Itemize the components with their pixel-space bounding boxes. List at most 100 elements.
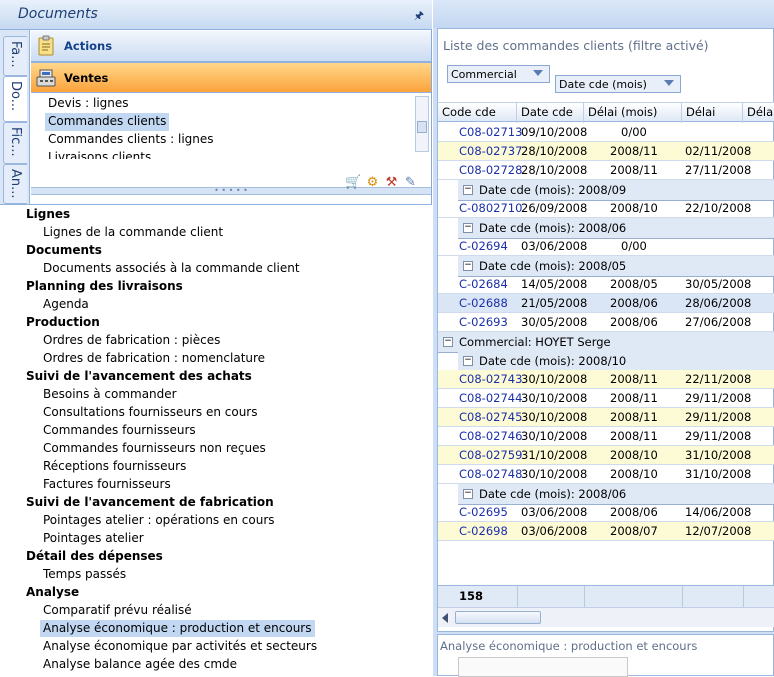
cell-delai: 30/05/2008 [685,277,752,291]
collapse-icon[interactable]: − [463,185,473,195]
group-by-commercial[interactable]: Commercial [447,65,550,83]
table-row[interactable]: C08-02748 30/10/2008 2008/10 31/10/2008 [438,465,774,484]
table-row[interactable]: C08-02746 30/10/2008 2008/11 29/11/2008 [438,427,774,446]
column-header-delai-mois[interactable]: Délai (mois) [584,103,682,123]
group-label: Date cde (mois): 2008/06 [479,487,627,501]
table-row[interactable]: C-02693 30/05/2008 2008/06 27/06/2008 [438,313,774,332]
tree-item[interactable]: Commandes fournisseurs [40,422,199,439]
orders-grid: C08-02713 09/10/2008 0/00 C08-02737 28/10/20… [438,123,774,585]
side-tab-do[interactable]: Do... [3,76,27,122]
tree-item[interactable]: Factures fournisseurs [40,476,174,493]
list-item[interactable]: Devis : lignes [45,95,132,113]
cell-delai: 28/06/2008 [685,296,752,310]
group-ventes[interactable]: Ventes [31,62,431,93]
tree-category[interactable]: Production [26,314,100,331]
tree-category[interactable]: Détail des dépenses [26,548,163,565]
toolbar: 🛒 ⚙ ⚒ ✎ [345,175,421,193]
tree-item[interactable]: Analyse balance agée des cmde [40,656,240,673]
table-row[interactable]: C-02688 21/05/2008 2008/06 28/06/2008 [438,294,774,313]
note-icon[interactable]: ✎ [402,175,419,191]
tree-item[interactable]: Agenda [40,296,92,313]
list-item-selected[interactable]: Commandes clients [45,113,170,131]
tools-icon[interactable]: ⚒ [383,175,400,191]
column-header-delai-m[interactable]: Délai (m [743,103,774,123]
tree-item[interactable]: Réceptions fournisseurs [40,458,189,475]
preview-title: Analyse économique : production et encou… [440,639,698,653]
collapse-icon[interactable]: − [463,223,473,233]
tree-item[interactable]: Ordres de fabrication : nomenclature [40,350,268,367]
list-scrollbar[interactable] [415,96,429,152]
tree-category[interactable]: Documents [26,242,102,259]
group-actions[interactable]: Actions [31,31,431,62]
scroll-left-icon[interactable] [442,613,448,623]
tree-category[interactable]: Suivi de l'avancement de fabrication [26,494,274,511]
table-row[interactable]: C08-02743 30/10/2008 2008/11 22/11/2008 [438,370,774,389]
collapse-icon[interactable]: − [463,489,473,499]
cell-date: 31/10/2008 [521,448,588,462]
clipboard-icon [38,35,54,56]
side-tab-fic[interactable]: Fic... [3,122,27,164]
horizontal-scrollbar[interactable] [438,607,774,627]
tree-item[interactable]: Consultations fournisseurs en cours [40,404,261,421]
table-row[interactable]: C-02684 14/05/2008 2008/05 30/05/2008 [438,275,774,294]
list-item[interactable]: Commandes clients : lignes [45,131,217,149]
cell-date: 03/06/2008 [521,505,588,519]
tree-item[interactable]: Documents associés à la commande client [40,260,303,277]
table-row[interactable]: C08-02713 09/10/2008 0/00 [438,123,774,142]
pin-icon[interactable]: 🖈 [414,7,424,26]
tree-item[interactable]: Pointages atelier : opérations en cours [40,512,278,529]
tree-category[interactable]: Suivi de l'avancement des achats [26,368,252,385]
column-header-code[interactable]: Code cde [438,103,517,123]
scrollbar-thumb[interactable] [417,121,427,133]
area-header [433,0,774,28]
table-row[interactable]: C08-02728 28/10/2008 2008/11 27/11/2008 [438,161,774,180]
cart-icon[interactable]: 🛒 [345,175,362,191]
cell-code: C08-02743 [459,372,523,386]
tree-item[interactable]: Besoins à commander [40,386,180,403]
table-row[interactable]: C08-02737 28/10/2008 2008/11 02/11/2008 [438,142,774,161]
cell-delai-mois: 2008/11 [610,391,658,405]
preview-thumbnail[interactable] [458,657,628,677]
table-row[interactable]: C-02694 03/06/2008 0/00 [438,237,774,256]
cell-delai-mois: 2008/11 [610,163,658,177]
cell-delai: 27/11/2008 [685,163,752,177]
tree-item-selected[interactable]: Analyse économique : production et encou… [40,620,315,637]
cell-code: C08-02759 [459,448,523,462]
table-row[interactable]: C08-02744 30/10/2008 2008/11 29/11/2008 [438,389,774,408]
collapse-icon[interactable]: − [463,261,473,271]
group-by-date[interactable]: Date cde (mois) [555,75,681,93]
tree-category[interactable]: Lignes [26,206,70,223]
tree-item[interactable]: Ordres de fabrication : pièces [40,332,223,349]
tree-item[interactable]: Pointages atelier [40,530,147,547]
cell-code: C-02698 [459,524,508,538]
cell-code: C-02693 [459,315,508,329]
tree-item[interactable]: Analyse économique par activités et sect… [40,638,320,655]
column-header-date[interactable]: Date cde [517,103,584,123]
table-row[interactable]: C08-02759 31/10/2008 2008/10 31/10/2008 [438,446,774,465]
tree-item[interactable]: Commandes fournisseurs non reçues [40,440,269,457]
cell-delai: 22/10/2008 [685,201,752,215]
table-row[interactable]: C-02695 03/06/2008 2008/06 14/06/2008 [438,503,774,522]
collapse-icon[interactable]: − [463,356,473,366]
cell-delai: 29/11/2008 [685,410,752,424]
group-row-month: − Date cde (mois): 2008/05 [458,256,774,277]
group-row-commercial: − Commercial: HOYET Serge [438,332,774,353]
tree-item[interactable]: Comparatif prévu réalisé [40,602,195,619]
table-row[interactable]: C-0802710 26/09/2008 2008/10 22/10/2008 [438,199,774,218]
table-row[interactable]: C08-02745 30/10/2008 2008/11 29/11/2008 [438,408,774,427]
gear-icon[interactable]: ⚙ [364,175,381,191]
tree-item[interactable]: Temps passés [40,566,129,583]
cell-date: 30/10/2008 [521,467,588,481]
tree-category[interactable]: Planning des livraisons [26,278,183,295]
column-header-delai[interactable]: Délai [682,103,743,123]
table-row[interactable]: C-02698 03/06/2008 2008/07 12/07/2008 [438,522,774,541]
cell-date: 28/10/2008 [521,144,588,158]
tree-category[interactable]: Analyse [26,584,79,601]
tree-item[interactable]: Lignes de la commande client [40,224,226,241]
list-item[interactable]: Livraisons clients [45,149,154,159]
cell-code: C08-02744 [459,391,523,405]
side-tab-fa[interactable]: Fa... [3,36,27,76]
collapse-icon[interactable]: − [443,337,453,347]
side-tab-an[interactable]: An... [3,164,27,204]
scrollbar-thumb[interactable] [455,611,541,624]
